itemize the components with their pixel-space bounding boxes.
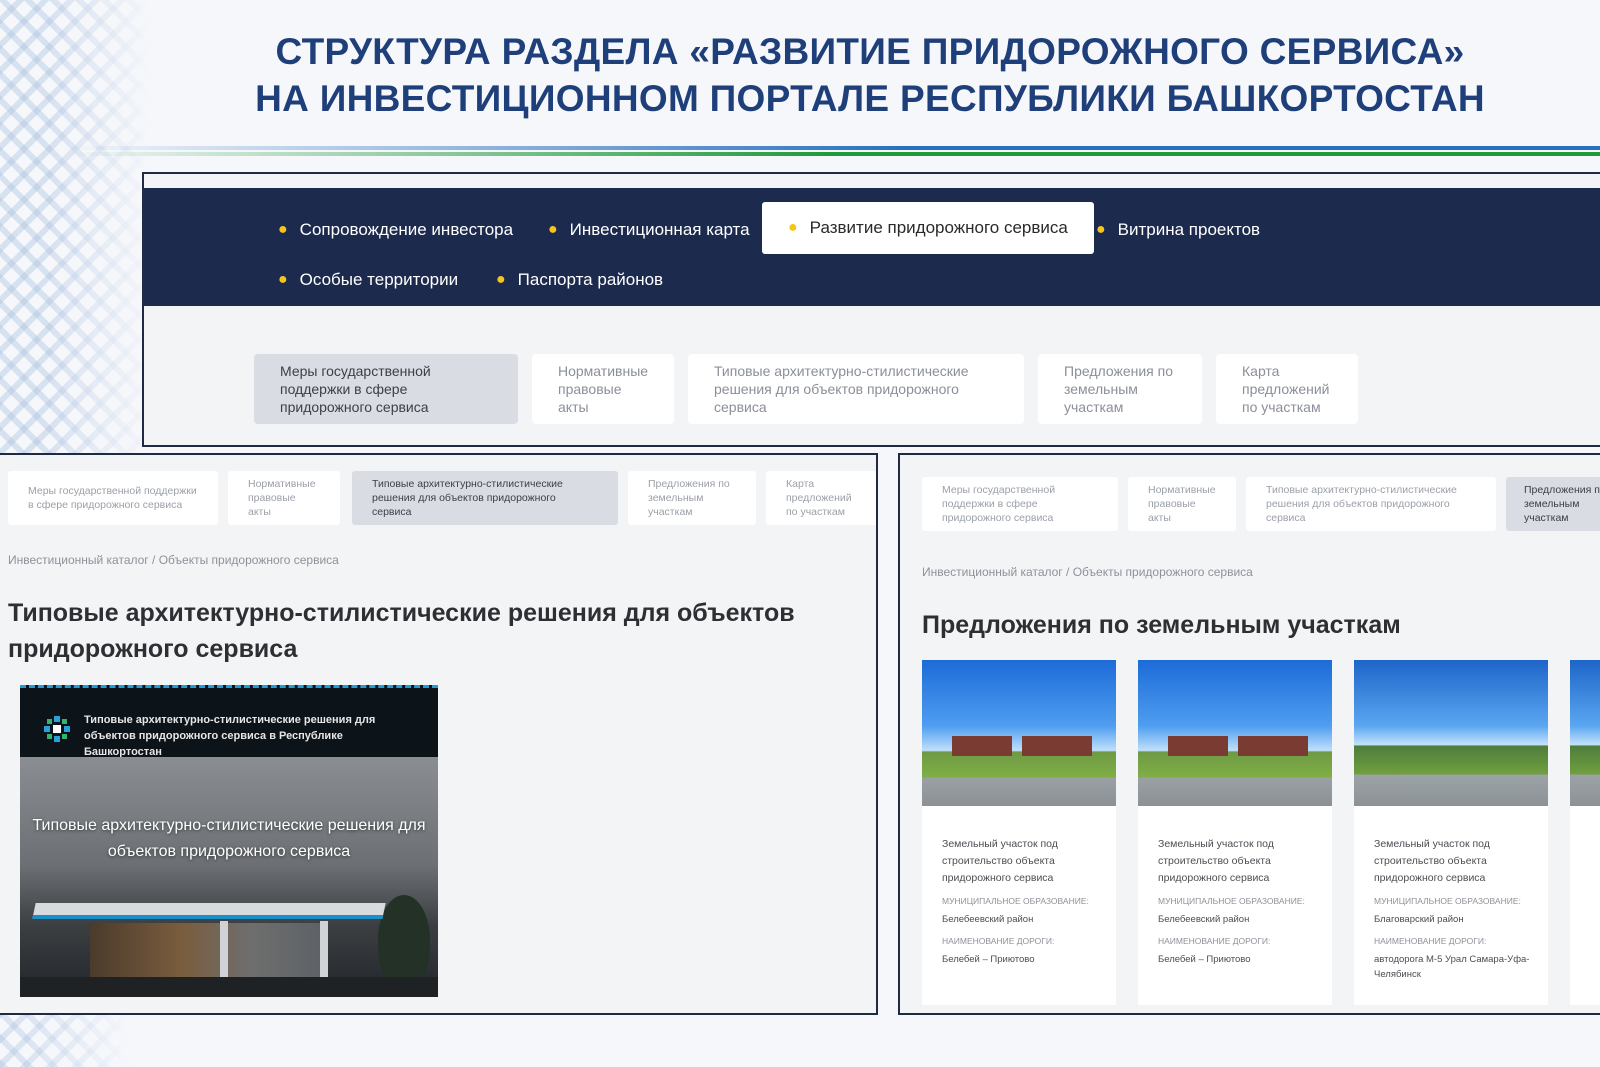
subtab-state-support[interactable]: Меры государственной поддержки в сфере п… — [8, 471, 218, 525]
card-road-label: Наименование дороги: — [1158, 936, 1271, 946]
card-title: Земельный участок под строительство объе… — [1158, 838, 1274, 884]
land-photo — [922, 660, 1116, 806]
bullet-icon: ● — [496, 271, 506, 288]
bullet-icon: ● — [1096, 221, 1106, 238]
card-municipality: Белебеевский район — [1158, 914, 1250, 925]
card-municipality: Благоварский район — [1374, 914, 1464, 925]
typical-solutions-banner[interactable]: Типовые архитектурно-стилистические реше… — [20, 685, 438, 997]
page-title: Типовые архитектурно-стилистические реше… — [8, 599, 795, 663]
title-divider — [60, 146, 1600, 162]
land-photo — [1354, 660, 1548, 806]
breadcrumb-current: Объекты придорожного сервиса — [158, 553, 339, 567]
land-offer-card[interactable]: Земельный участок под строительство объе… — [1354, 660, 1548, 1005]
breadcrumb: Инвестиционный каталог / Объекты придоро… — [8, 553, 339, 567]
card-road-label: Наименование дороги: — [1374, 936, 1487, 946]
breadcrumb-root-link[interactable]: Инвестиционный каталог — [922, 565, 1063, 579]
station-pillar — [320, 921, 328, 983]
bullet-icon: ● — [788, 219, 798, 236]
subtab-typical-solutions[interactable]: Типовые архитектурно-стилистические реше… — [688, 354, 1024, 424]
subtab-land-offers[interactable]: Предложения по земельным участкам — [1506, 477, 1600, 531]
banner-header-text: Типовые архитектурно-стилистические реше… — [84, 714, 376, 758]
station-building — [90, 923, 320, 979]
bullet-icon: ● — [278, 221, 288, 238]
breadcrumb: Инвестиционный каталог / Объекты придоро… — [922, 565, 1253, 579]
card-road: автодорога М-5 Урал Самара-Уфа-Челябинск — [1374, 954, 1530, 980]
card-road: Белебей – Приютово — [942, 954, 1035, 965]
breadcrumb-current: Объекты придорожного сервиса — [1072, 565, 1253, 579]
nav-item-district-passports[interactable]: ● Паспорта районов — [480, 254, 679, 306]
banner-tree — [378, 895, 430, 985]
divider-green-stripe — [60, 152, 1600, 156]
subtab-state-support[interactable]: Меры государственной поддержки в сфере п… — [922, 477, 1118, 531]
card-road: Белебей – Приютово — [1158, 954, 1251, 965]
photo-houses — [1168, 736, 1228, 756]
banner-header: Типовые архитектурно-стилистические реше… — [20, 685, 438, 758]
main-navbar: ● Сопровождение инвестора ● Инвестиционная… — [144, 188, 1600, 306]
banner-title: Типовые архитектурно-стилистические реше… — [32, 817, 426, 860]
banner-road — [20, 977, 438, 997]
slide-title: СТРУКТУРА РАЗДЕЛА «РАЗВИТИЕ ПРИДОРОЖНОГО… — [140, 28, 1600, 122]
breadcrumb-separator: / — [152, 553, 156, 567]
breadcrumb-root-link[interactable]: Инвестиционный каталог — [8, 553, 149, 567]
portal-nav-screenshot: ● Сопровождение инвестора ● Инвестиционная… — [142, 172, 1600, 447]
station-canopy — [32, 903, 386, 919]
subtab-offers-map[interactable]: Карта предложений по участкам — [766, 471, 876, 525]
card-road-label: Наименование дороги: — [942, 936, 1055, 946]
card-title: Земельный участок под строительство объе… — [1374, 838, 1490, 884]
nav-item-investor-support[interactable]: ● Сопровождение инвестора — [262, 204, 529, 256]
land-photo — [1570, 660, 1600, 806]
bullet-icon: ● — [278, 271, 288, 288]
land-offer-card[interactable]: Земельный участок под строительство объе… — [922, 660, 1116, 1005]
nav-item-investment-map[interactable]: ● Инвестиционная карта — [532, 204, 766, 256]
photo-houses — [952, 736, 1012, 756]
subtab-typical-solutions[interactable]: Типовые архитектурно-стилистические реше… — [1246, 477, 1496, 531]
nav-item-roadside-service[interactable]: ● Развитие придорожного сервиса — [762, 202, 1094, 254]
ornament-pattern — [0, 0, 150, 460]
ornament-logo-icon — [44, 716, 70, 742]
card-title: Земельный участок под строительство объе… — [942, 838, 1058, 884]
land-offer-card[interactable]: Земельный участок под строительство объе… — [1138, 660, 1332, 1005]
divider-blue-stripe — [60, 146, 1600, 150]
breadcrumb-separator: / — [1066, 565, 1070, 579]
subtab-land-offers[interactable]: Предложения по земельным участкам — [1038, 354, 1202, 424]
page-title: Предложения по земельным участкам — [922, 611, 1401, 639]
photo-houses — [1022, 736, 1092, 756]
station-pillar — [220, 921, 228, 983]
bullet-icon: ● — [548, 221, 558, 238]
subtab-state-support[interactable]: Меры государственной поддержки в сфере п… — [254, 354, 518, 424]
subtab-land-offers[interactable]: Предложения по земельным участкам — [628, 471, 756, 525]
nav-item-projects-showcase[interactable]: ● Витрина проектов — [1080, 204, 1276, 256]
card-municipality-label: Муниципальное образование: — [942, 896, 1089, 906]
nav-item-special-territories[interactable]: ● Особые территории — [262, 254, 474, 306]
subtab-regulations[interactable]: Нормативные правовые акты — [532, 354, 674, 424]
card-municipality: Белебеевский район — [942, 914, 1034, 925]
subtab-regulations[interactable]: Нормативные правовые акты — [1128, 477, 1236, 531]
subtab-regulations[interactable]: Нормативные правовые акты — [228, 471, 340, 525]
slide-title-line2: НА ИНВЕСТИЦИОННОМ ПОРТАЛЕ РЕСПУБЛИКИ БАШ… — [255, 78, 1485, 119]
land-offer-card-partial[interactable] — [1570, 660, 1600, 1005]
slide-title-line1: СТРУКТУРА РАЗДЕЛА «РАЗВИТИЕ ПРИДОРОЖНОГО… — [275, 31, 1465, 72]
card-municipality-label: Муниципальное образование: — [1158, 896, 1305, 906]
subtab-offers-map[interactable]: Карта предложений по участкам — [1216, 354, 1358, 424]
subtab-typical-solutions[interactable]: Типовые архитектурно-стилистические реше… — [352, 471, 618, 525]
card-municipality-label: Муниципальное образование: — [1374, 896, 1521, 906]
land-photo — [1138, 660, 1332, 806]
photo-houses — [1238, 736, 1308, 756]
